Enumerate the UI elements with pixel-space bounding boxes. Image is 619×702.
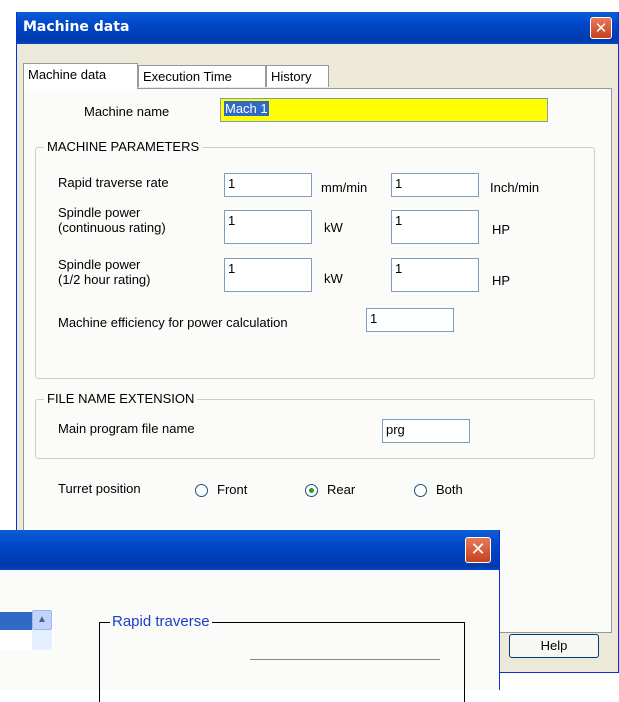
turret-both-radio[interactable] [414, 484, 427, 497]
file-name-extension-legend: FILE NAME EXTENSION [44, 391, 198, 406]
rapid-traverse-mm-field[interactable]: 1 [224, 173, 312, 197]
rapid-traverse-legend: Rapid traverse [110, 613, 212, 630]
window-title: Machine data [23, 19, 130, 35]
machine-parameters-legend: MACHINE PARAMETERS [44, 139, 203, 154]
rapid-traverse-group: Rapid traverse [99, 613, 465, 702]
rapid-traverse-field-edge[interactable] [250, 659, 440, 660]
spindle-cont-unit-hp: HP [492, 222, 511, 237]
efficiency-label: Machine efficiency for power calculation [58, 315, 288, 330]
turret-front-label[interactable]: Front [217, 482, 247, 497]
rapid-traverse-window: ✕ ▲ Rapid traverse [0, 530, 500, 702]
spindle-cont-unit-kw: kW [324, 220, 343, 235]
machine-name-field[interactable]: Mach 1 [220, 98, 548, 122]
turret-position-label: Turret position [58, 481, 141, 496]
window2-titlebar[interactable]: ✕ [0, 530, 499, 570]
spindle-cont-kw-field[interactable]: 1 [224, 210, 312, 244]
tab-machine-data[interactable]: Machine data [23, 63, 138, 89]
spindle-half-label-line1: Spindle power [58, 257, 141, 272]
turret-rear-radio[interactable] [305, 484, 318, 497]
spindle-half-label-line2: (1/2 hour rating) [58, 272, 151, 287]
spindle-half-kw-field[interactable]: 1 [224, 258, 312, 292]
tab-history[interactable]: History [266, 65, 329, 87]
machine-name-value: Mach 1 [224, 101, 269, 116]
main-program-field[interactable]: prg [382, 419, 470, 443]
window2-close-icon[interactable]: ✕ [465, 537, 491, 563]
spindle-half-unit-kw: kW [324, 271, 343, 286]
spindle-cont-label-line2: (continuous rating) [58, 220, 166, 235]
rapid-traverse-label: Rapid traverse rate [58, 175, 169, 190]
scroll-up-icon[interactable]: ▲ [32, 610, 52, 630]
turret-front-radio[interactable] [195, 484, 208, 497]
rapid-traverse-inch-field[interactable]: 1 [391, 173, 479, 197]
tab-execution-time[interactable]: Execution Time [138, 65, 266, 87]
rapid-unit-mm: mm/min [321, 180, 368, 195]
help-button[interactable]: Help [509, 634, 599, 658]
main-program-label: Main program file name [58, 421, 195, 436]
spindle-half-unit-hp: HP [492, 273, 511, 288]
spindle-cont-label-line1: Spindle power [58, 205, 141, 220]
window2-scrollbar[interactable]: ▲ [32, 610, 52, 650]
window-titlebar[interactable]: Machine data ✕ [17, 12, 618, 44]
close-icon[interactable]: ✕ [590, 17, 612, 39]
turret-rear-label[interactable]: Rear [327, 482, 355, 497]
spindle-half-hp-field[interactable]: 1 [391, 258, 479, 292]
turret-both-label[interactable]: Both [436, 482, 463, 497]
spindle-cont-hp-field[interactable]: 1 [391, 210, 479, 244]
machine-name-label: Machine name [84, 104, 170, 119]
list-item[interactable] [0, 612, 34, 630]
rapid-unit-inch: Inch/min [490, 180, 540, 195]
efficiency-field[interactable]: 1 [366, 308, 454, 332]
